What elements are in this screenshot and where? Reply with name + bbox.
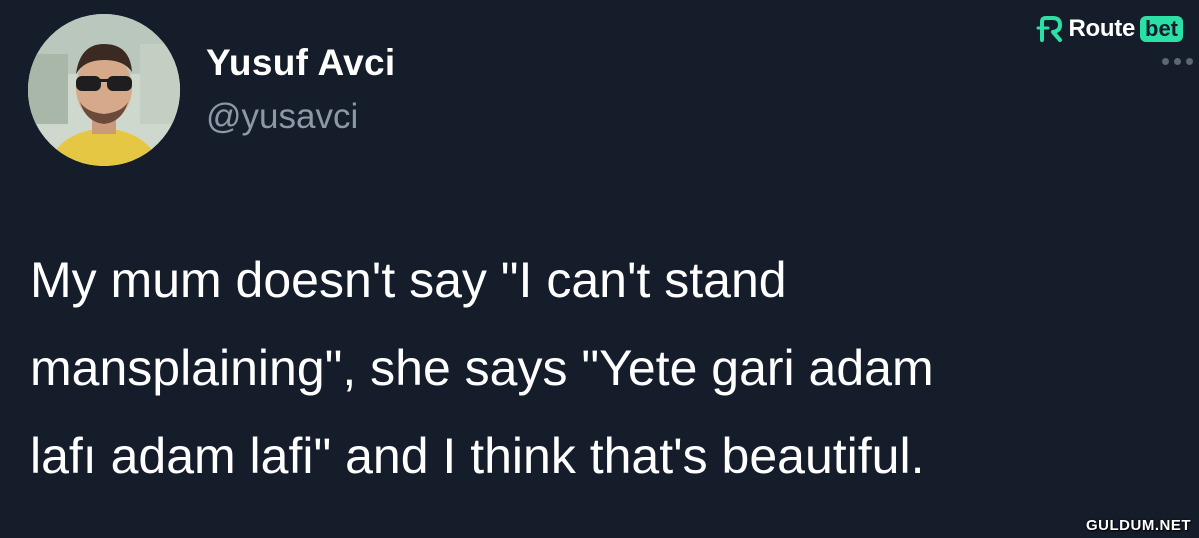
more-dot (1174, 58, 1181, 65)
more-horizontal-icon[interactable] (1162, 58, 1193, 65)
tweet-text-line: My mum doesn't say "I can't stand (30, 252, 787, 308)
tweet-card: Yusuf Avci @yusavci Route bet My mum doe… (0, 0, 1199, 538)
routebet-logo-icon (1036, 16, 1062, 42)
author-name[interactable]: Yusuf Avci (206, 42, 395, 84)
tweet-text: My mum doesn't say "I can't stand manspl… (30, 236, 1180, 500)
avatar[interactable] (28, 14, 180, 166)
tweet-text-line: lafı adam lafi" and I think that's beaut… (30, 428, 925, 484)
more-dot (1162, 58, 1169, 65)
brand-watermark: Route bet (1034, 14, 1183, 44)
tweet-text-line: mansplaining", she says "Yete gari adam (30, 340, 934, 396)
author-handle[interactable]: @yusavci (206, 97, 358, 137)
brand-badge: bet (1140, 16, 1183, 42)
brand-text: Route (1068, 15, 1136, 42)
site-watermark: GULDUM.NET (1086, 517, 1191, 534)
more-dot (1186, 58, 1193, 65)
